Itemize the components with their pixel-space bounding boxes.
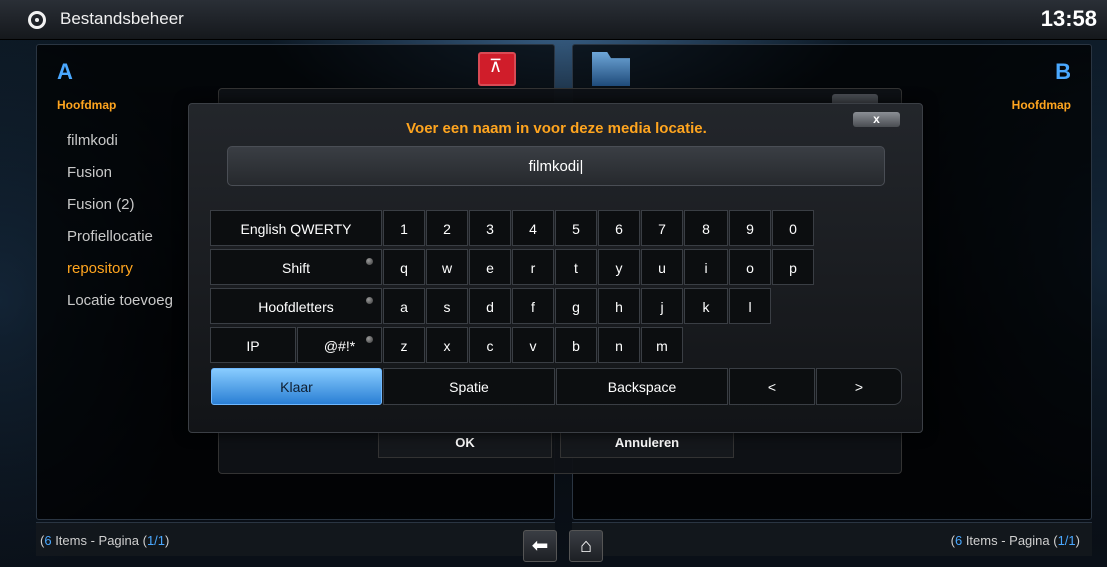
- clock: 13:58: [1040, 6, 1097, 31]
- key-8[interactable]: 8: [684, 210, 728, 246]
- footer-text: Items - Pagina (: [51, 533, 147, 548]
- key-d[interactable]: d: [469, 288, 511, 324]
- key-6[interactable]: 6: [598, 210, 640, 246]
- left-footer: (6 Items - Pagina (1/1): [36, 522, 555, 556]
- key-z[interactable]: z: [383, 327, 425, 363]
- footer-close: ): [165, 533, 170, 548]
- left-panel-path: Hoofdmap: [57, 98, 117, 112]
- close-button[interactable]: x: [853, 112, 900, 127]
- shift-key[interactable]: Shift: [210, 249, 382, 285]
- caps-indicator-icon: [366, 297, 373, 304]
- key-0[interactable]: 0: [772, 210, 814, 246]
- key-3[interactable]: 3: [469, 210, 511, 246]
- key-f[interactable]: f: [512, 288, 554, 324]
- right-footer: (6 Items - Pagina (1/1): [572, 522, 1092, 556]
- caps-key[interactable]: Hoofdletters: [210, 288, 382, 324]
- shift-label: Shift: [281, 260, 310, 276]
- key-u[interactable]: u: [641, 249, 683, 285]
- panel-b-letter: B: [1055, 59, 1071, 84]
- key-1[interactable]: 1: [383, 210, 425, 246]
- key-p[interactable]: p: [772, 249, 814, 285]
- key-e[interactable]: e: [469, 249, 511, 285]
- space-key[interactable]: Spatie: [383, 368, 555, 405]
- symbols-key[interactable]: @#!*: [297, 327, 382, 363]
- key-v[interactable]: v: [512, 327, 554, 363]
- footer-close: ): [1075, 533, 1080, 548]
- key-t[interactable]: t: [555, 249, 597, 285]
- back-arrow-icon[interactable]: ⬅: [523, 530, 557, 562]
- symbols-label: @#!*: [323, 338, 356, 354]
- panel-a-letter: A: [57, 59, 73, 84]
- cursor-left-key[interactable]: <: [729, 368, 815, 405]
- key-k[interactable]: k: [684, 288, 728, 324]
- top-bar: Bestandsbeheer 13:58: [0, 0, 1107, 40]
- key-w[interactable]: w: [426, 249, 468, 285]
- key-2[interactable]: 2: [426, 210, 468, 246]
- backspace-key[interactable]: Backspace: [556, 368, 728, 405]
- key-l[interactable]: l: [729, 288, 771, 324]
- page-number: 1/1: [1057, 533, 1076, 548]
- key-c[interactable]: c: [469, 327, 511, 363]
- window-title: Bestandsbeheer: [60, 9, 184, 28]
- key-j[interactable]: j: [641, 288, 683, 324]
- key-q[interactable]: q: [383, 249, 425, 285]
- network-folder-icon: [478, 52, 516, 86]
- ip-key[interactable]: IP: [210, 327, 296, 363]
- key-i[interactable]: i: [684, 249, 728, 285]
- name-input[interactable]: filmkodi|: [227, 146, 885, 186]
- shift-indicator-icon: [366, 258, 373, 265]
- key-9[interactable]: 9: [729, 210, 771, 246]
- footer-text: Items - Pagina (: [962, 533, 1058, 548]
- symbols-indicator-icon: [366, 336, 373, 343]
- key-m[interactable]: m: [641, 327, 683, 363]
- page-number: 1/1: [146, 533, 166, 548]
- key-a[interactable]: a: [383, 288, 425, 324]
- home-icon[interactable]: ⌂: [569, 530, 603, 562]
- done-button[interactable]: Klaar: [211, 368, 382, 405]
- cursor-right-key[interactable]: >: [816, 368, 902, 405]
- key-b[interactable]: b: [555, 327, 597, 363]
- key-7[interactable]: 7: [641, 210, 683, 246]
- caps-label: Hoofdletters: [258, 299, 334, 315]
- key-5[interactable]: 5: [555, 210, 597, 246]
- right-item-count: (6 Items - Pagina (1/1): [950, 533, 1080, 548]
- key-r[interactable]: r: [512, 249, 554, 285]
- key-o[interactable]: o: [729, 249, 771, 285]
- kodi-logo-icon: [28, 11, 46, 29]
- key-y[interactable]: y: [598, 249, 640, 285]
- key-4[interactable]: 4: [512, 210, 554, 246]
- keyboard-heading: Voer een naam in voor deze media locatie…: [406, 120, 707, 137]
- layout-key[interactable]: English QWERTY: [210, 210, 382, 246]
- left-item-count: (6 Items - Pagina (1/1): [40, 533, 170, 548]
- item-count: 6: [44, 533, 52, 548]
- key-g[interactable]: g: [555, 288, 597, 324]
- key-s[interactable]: s: [426, 288, 468, 324]
- key-h[interactable]: h: [598, 288, 640, 324]
- key-x[interactable]: x: [426, 327, 468, 363]
- right-panel-path: Hoofdmap: [1011, 98, 1071, 112]
- key-n[interactable]: n: [598, 327, 640, 363]
